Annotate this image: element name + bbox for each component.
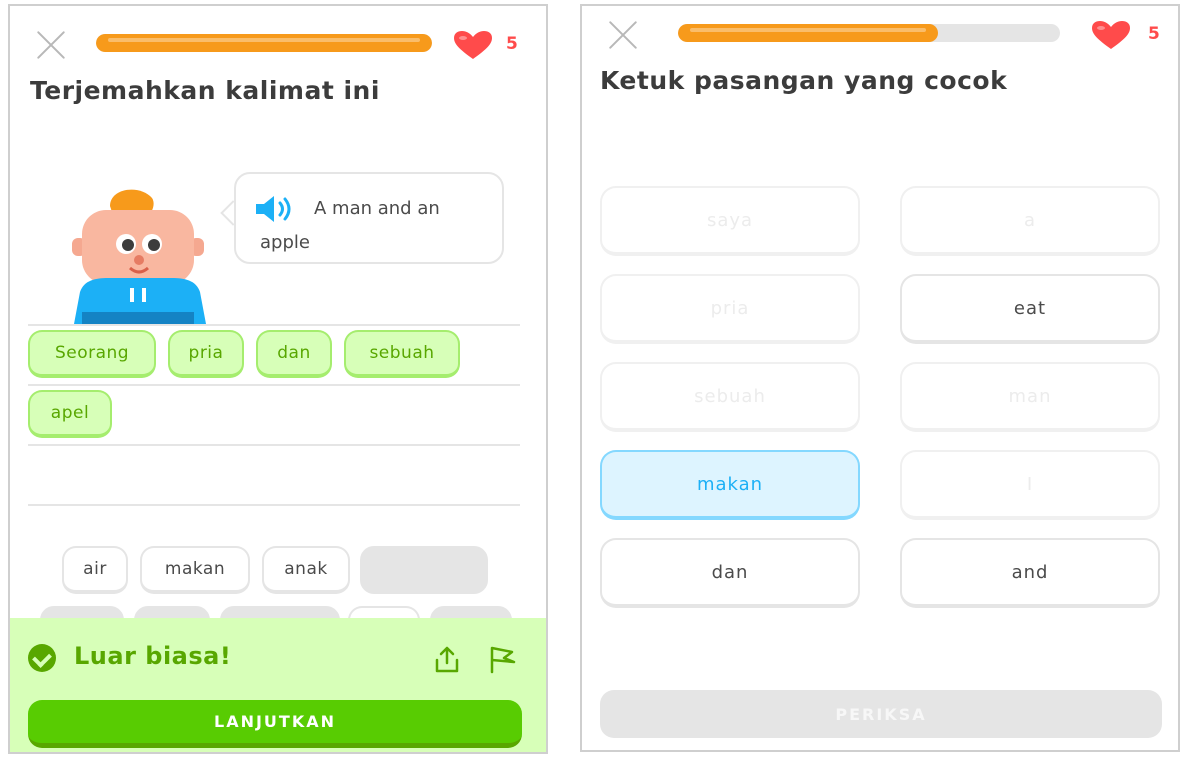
character-illustration: [72, 189, 206, 324]
share-icon[interactable]: [434, 646, 460, 674]
continue-button[interactable]: LANJUTKAN: [28, 700, 522, 748]
prompt-title: Ketuk pasangan yang cocok: [600, 66, 1008, 95]
heart-icon: [454, 31, 492, 59]
prompt-title: Terjemahkan kalimat ini: [30, 76, 380, 105]
check-button[interactable]: PERIKSA: [600, 690, 1162, 738]
right-lesson-screen: 5 Ketuk pasangan yang cocok saya a pria …: [580, 4, 1180, 752]
feedback-footer: Luar biasa! LANJUTKAN: [10, 618, 546, 752]
flag-icon[interactable]: [488, 644, 518, 674]
word-bank-chip[interactable]: air: [62, 546, 128, 594]
progress-fill: [678, 24, 938, 42]
match-tile-source: pria: [600, 274, 860, 344]
answer-chip[interactable]: sebuah: [344, 330, 460, 378]
lesson-progress-bar: [96, 34, 432, 52]
match-tile-source: sebuah: [600, 362, 860, 432]
hearts-count: 5: [1148, 24, 1160, 44]
answer-chip[interactable]: dan: [256, 330, 332, 378]
answer-chip[interactable]: apel: [28, 390, 112, 438]
check-circle-icon: [28, 644, 56, 672]
match-tile-source[interactable]: dan: [600, 538, 860, 608]
match-tile-target: I: [900, 450, 1160, 520]
progress-fill: [96, 34, 432, 52]
match-tile-target[interactable]: and: [900, 538, 1160, 608]
answer-line-3: [28, 444, 520, 446]
word-bank-slot-empty: [360, 546, 488, 594]
answer-line-2: [28, 384, 520, 386]
lesson-progress-bar: [678, 24, 1060, 42]
hearts-count: 5: [506, 34, 518, 54]
answer-chip[interactable]: Seorang: [28, 330, 156, 378]
answer-line-1: [28, 324, 520, 326]
close-icon[interactable]: [34, 28, 68, 62]
match-tile-source-selected[interactable]: makan: [600, 450, 860, 520]
speech-bubble: A man and an apple: [234, 172, 504, 264]
heart-icon: [1092, 21, 1130, 49]
match-tile-target: a: [900, 186, 1160, 256]
close-icon[interactable]: [606, 18, 640, 52]
word-bank-chip[interactable]: makan: [140, 546, 250, 594]
word-bank-chip[interactable]: anak: [262, 546, 350, 594]
left-lesson-screen: 5 Terjemahkan kalimat ini A man and an a…: [8, 4, 548, 754]
match-tile-target: man: [900, 362, 1160, 432]
answer-line-4: [28, 504, 520, 506]
match-tile-source: saya: [600, 186, 860, 256]
feedback-message: Luar biasa!: [74, 642, 232, 670]
match-tile-target[interactable]: eat: [900, 274, 1160, 344]
answer-chip[interactable]: pria: [168, 330, 244, 378]
sentence-text: A man and an apple: [260, 198, 440, 253]
